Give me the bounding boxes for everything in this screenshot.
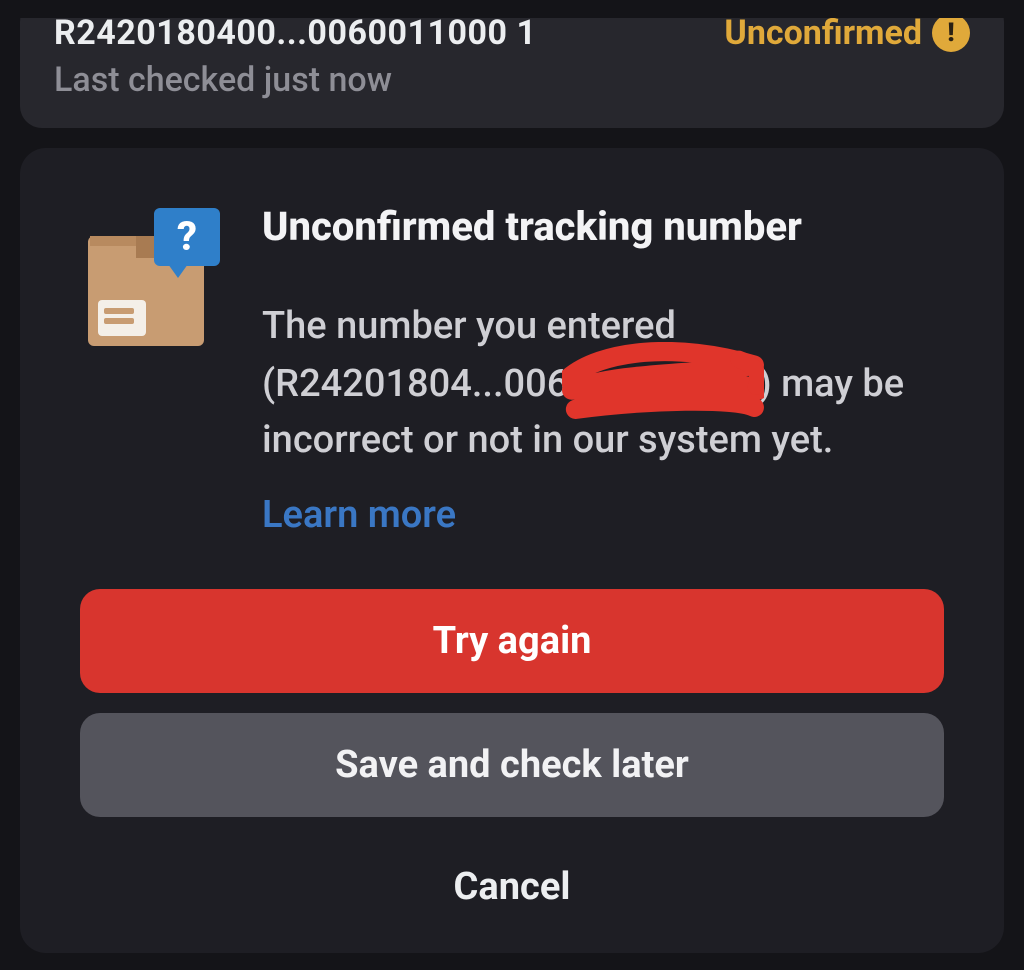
tracking-status-card: R2420180400...0060011000 1 Unconfirmed !… xyxy=(20,0,1004,128)
question-mark: ? xyxy=(177,217,197,257)
button-stack: Try again Save and check later Cancel xyxy=(80,589,944,913)
last-checked-text: Last checked just now xyxy=(54,60,970,100)
tracking-row: R2420180400...0060011000 1 Unconfirmed ! xyxy=(54,14,970,52)
cancel-button[interactable]: Cancel xyxy=(80,837,944,913)
unconfirmed-dialog: ? Unconfirmed tracking number The number… xyxy=(20,148,1004,953)
question-bubble-icon: ? xyxy=(154,208,220,266)
try-again-button[interactable]: Try again xyxy=(80,589,944,693)
dialog-title: Unconfirmed tracking number xyxy=(262,204,944,250)
page-root: R2420180400...0060011000 1 Unconfirmed !… xyxy=(0,0,1024,970)
redaction-scribble xyxy=(568,354,758,406)
warning-icon: ! xyxy=(932,14,970,52)
status-unconfirmed: Unconfirmed ! xyxy=(724,14,970,52)
dialog-text-block: Unconfirmed tracking number The number y… xyxy=(262,204,944,543)
crop-mask xyxy=(20,0,1004,18)
dialog-body: The number you entered (R24201804...006 … xyxy=(262,298,944,543)
dialog-header: ? Unconfirmed tracking number The number… xyxy=(80,204,944,543)
package-tape-shape xyxy=(136,236,156,258)
status-label: Unconfirmed xyxy=(724,16,922,50)
package-label-shape xyxy=(98,300,146,336)
package-question-icon: ? xyxy=(80,208,220,348)
learn-more-link[interactable]: Learn more xyxy=(262,487,456,543)
tracking-partial: R24201804...006 xyxy=(275,362,568,406)
tracking-number-text: R2420180400...0060011000 1 xyxy=(54,16,536,50)
save-check-later-button[interactable]: Save and check later xyxy=(80,713,944,817)
